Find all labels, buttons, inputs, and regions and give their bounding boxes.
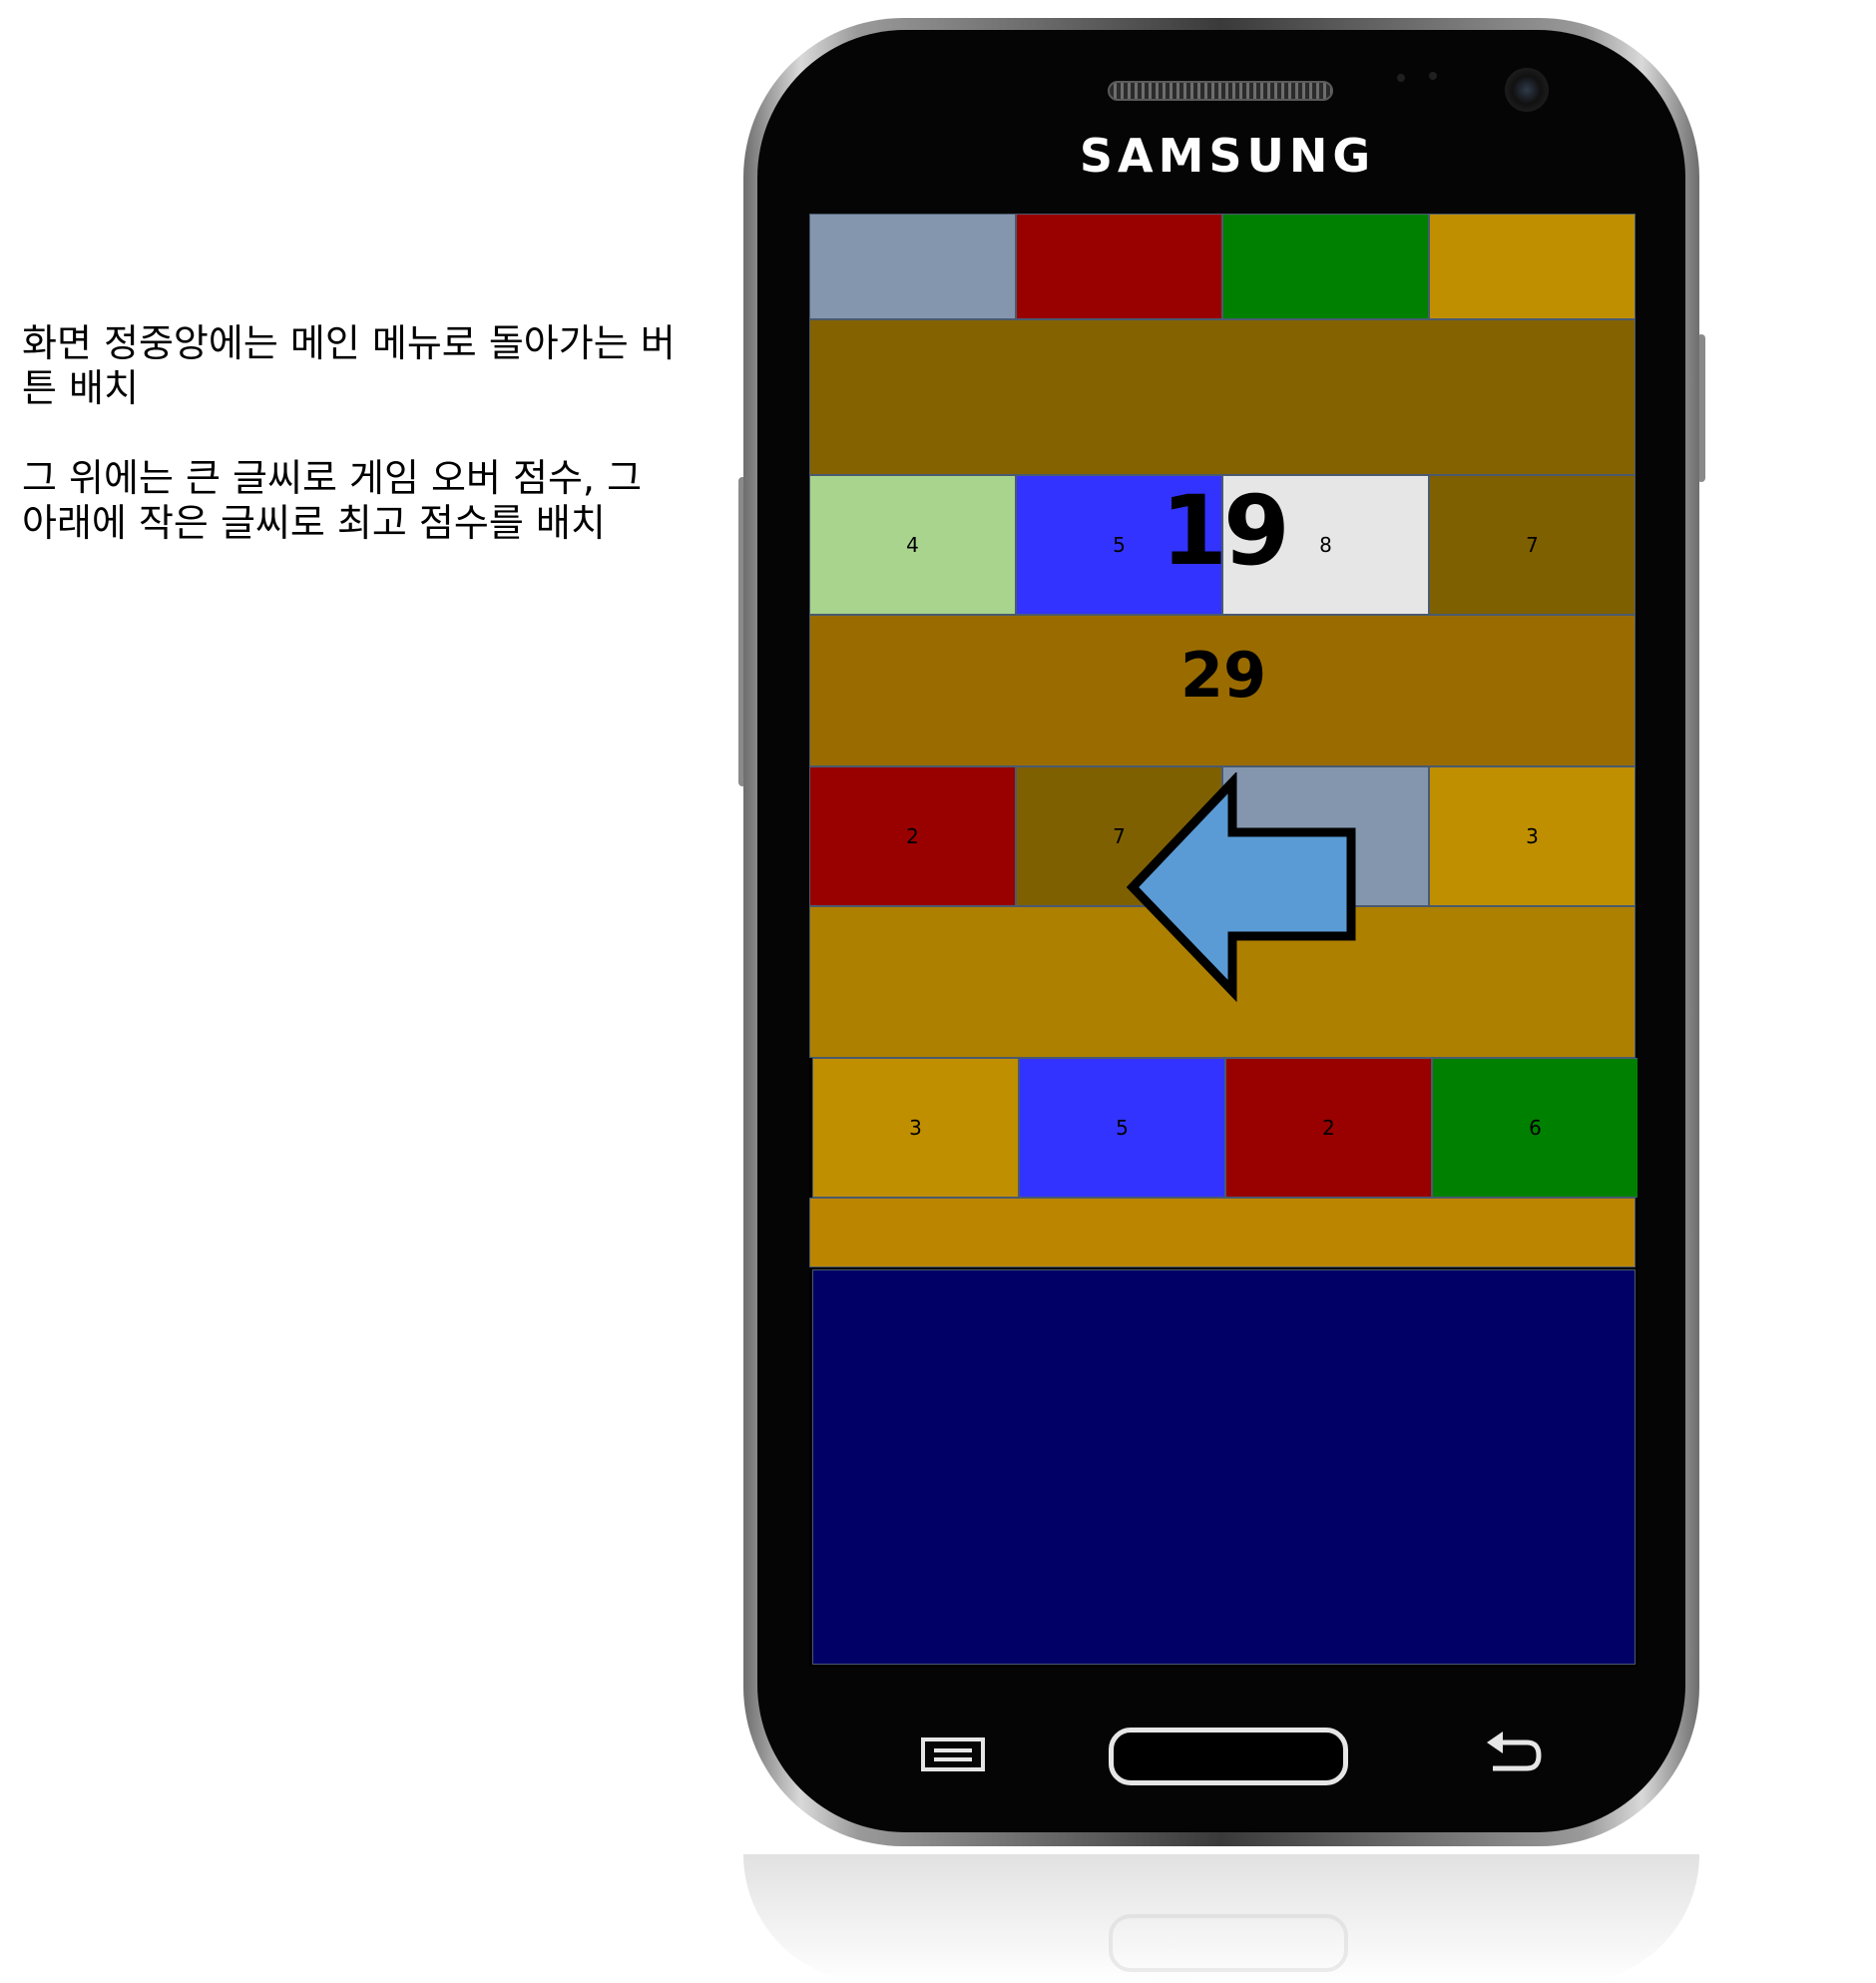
board-tile: 3 <box>1429 766 1636 906</box>
board-tile: 5 <box>1019 1058 1225 1198</box>
menu-key-icon[interactable] <box>920 1736 986 1772</box>
back-key-icon[interactable] <box>1485 1729 1543 1774</box>
phone-reflection <box>743 1854 1699 1983</box>
game-over-score: 19 <box>1161 475 1290 587</box>
board-tile: 7 <box>1429 475 1636 615</box>
bottom-panel <box>812 1269 1636 1665</box>
speaker-grill <box>1108 81 1333 101</box>
board-tile <box>1429 214 1636 319</box>
sensor-dot <box>1429 72 1437 80</box>
front-camera-icon <box>1505 68 1549 112</box>
board-tile: 6 <box>1432 1058 1638 1198</box>
board-band <box>809 319 1636 475</box>
board-tile: 3 <box>812 1058 1019 1198</box>
annotation: 화면 정중앙에는 메인 메뉴로 돌아가는 버튼 배치 그 위에는 큰 글씨로 게… <box>22 321 681 591</box>
annotation-line-1: 화면 정중앙에는 메인 메뉴로 돌아가는 버튼 배치 <box>22 321 676 410</box>
brand-logo: SAMSUNG <box>1079 129 1376 183</box>
best-score: 29 <box>1179 639 1267 712</box>
annotation-line-2: 그 위에는 큰 글씨로 게임 오버 점수, 그 아래에 작은 글씨로 최고 점수… <box>22 456 643 545</box>
board-tile <box>1016 214 1222 319</box>
left-arrow-icon <box>1127 772 1356 1002</box>
board-band <box>809 1198 1636 1267</box>
home-button-reflection <box>1109 1914 1348 1972</box>
board-tile: 4 <box>809 475 1016 615</box>
home-button[interactable] <box>1109 1728 1348 1785</box>
board-tile <box>809 214 1016 319</box>
back-to-menu-button[interactable] <box>1127 772 1356 1002</box>
board-tile: 2 <box>1225 1058 1432 1198</box>
board-tile <box>1222 214 1429 319</box>
board-tile: 2 <box>809 766 1016 906</box>
sensor-dot <box>1397 74 1405 82</box>
game-over-screen: 45872733526 19 29 <box>809 214 1638 1667</box>
